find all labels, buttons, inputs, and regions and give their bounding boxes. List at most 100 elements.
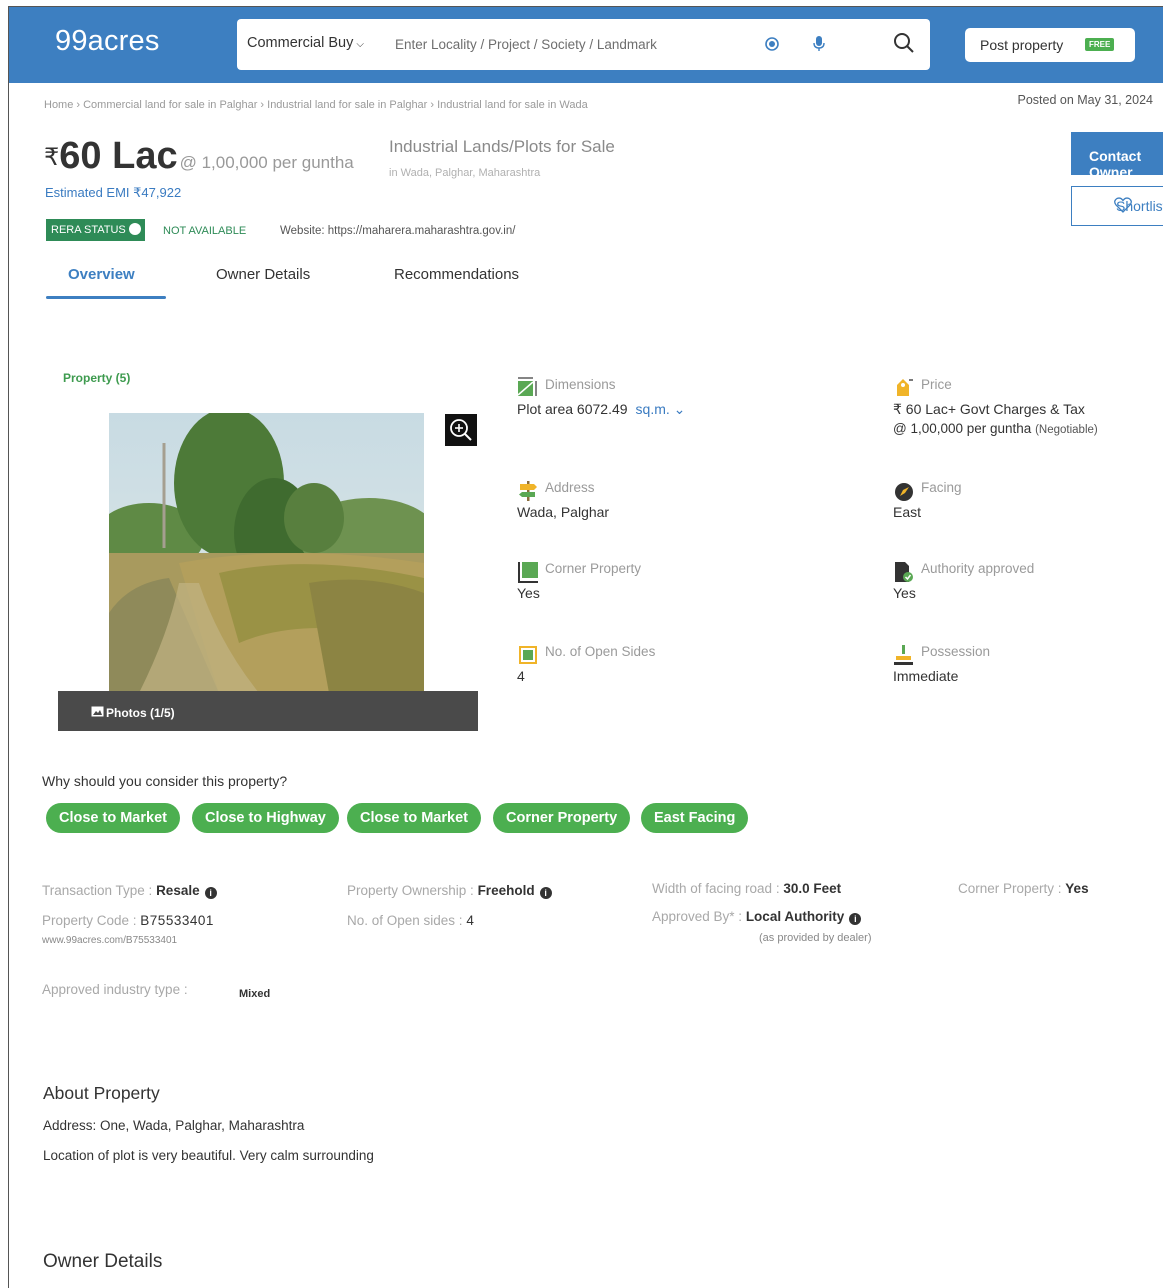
post-property-label: Post property [980,37,1064,53]
fact-value: East [893,504,922,520]
fact-label: Price [921,377,952,392]
chevron-down-icon: ⌄ [673,401,686,417]
fact-value-secondary: @ 1,00,000 per guntha (Negotiable) [893,421,1098,436]
contact-owner-button[interactable]: Contact Owner [1071,132,1163,180]
zoom-in-icon [450,419,472,441]
microphone-icon[interactable] [812,35,826,53]
about-address: Address: One, Wada, Palghar, Maharashtra [43,1118,305,1133]
possession-icon [894,645,913,665]
fact-facing: Facing East [893,480,1153,530]
fact-address: Address Wada, Palghar [517,480,847,530]
compass-icon [895,483,913,501]
property-url: www.99acres.com/B75533401 [42,935,178,946]
posted-date: Posted on May 31, 2024 [1017,93,1153,107]
rera-website[interactable]: Website: https://maharera.maharashtra.go… [280,225,515,237]
shortlist-button[interactable]: Shortlist [1071,186,1163,226]
fact-label: Authority approved [921,561,1035,576]
fact-label: Dimensions [545,377,616,392]
chip-highlight: Close to Market [347,803,481,833]
detail-key: Approved By* : [652,909,746,924]
photos-count-label: Photos (1/5) [106,706,175,720]
detail-value: 4 [466,913,474,928]
emi-link[interactable]: Estimated EMI ₹47,922 [45,185,181,201]
top-header: 99acres Commercial Buy⌵ Post property FR… [9,7,1163,83]
dealer-note: (as provided by dealer) [759,932,872,944]
rupee-symbol: ₹ [44,144,60,171]
about-property-title: About Property [43,1083,160,1103]
listing-price: ₹60 Lac @ 1,00,000 per guntha [44,135,354,178]
fact-value: Yes [517,585,540,601]
rera-status-badge: RERA STATUS [46,219,145,241]
fact-price: Price ₹ 60 Lac+ Govt Charges & Tax @ 1,0… [893,377,1153,447]
search-icon[interactable] [892,31,916,55]
open-sides-icon [519,646,537,664]
price-rate-value: @ 1,00,000 per guntha [893,421,1032,436]
detail-key: No. of Open sides : [347,913,467,928]
price-rate: @ 1,00,000 per guntha [179,153,354,172]
logo[interactable]: 99acres [55,25,160,58]
detail-open-sides: No. of Open sides : 4 [347,913,474,928]
fact-open-sides: No. of Open Sides 4 [517,644,847,694]
detail-property-code: Property Code : B75533401 [42,913,214,928]
detail-value: Yes [1065,881,1089,896]
tab-overview[interactable]: Overview [68,266,135,283]
gallery-label: Property (5) [63,371,131,385]
fact-authority: Authority approved Yes [893,561,1153,611]
detail-value: 30.0 Feet [783,881,842,896]
about-description: Location of plot is very beautiful. Very… [43,1148,374,1163]
detail-value: Freehold [477,883,535,898]
document-check-icon [895,562,913,582]
detail-corner: Corner Property : Yes [958,881,1089,896]
detail-key: Transaction Type : [42,883,157,898]
location-icon[interactable] [764,36,780,52]
fact-value: Wada, Palghar [517,504,610,520]
chip-highlight: East Facing [641,803,749,833]
chevron-down-icon: ⌵ [356,39,364,50]
industry-type-key: Approved industry type : [42,982,188,997]
search-bar: Commercial Buy ⌵ [237,19,930,70]
detail-key: Corner Property : [958,881,1066,896]
detail-key: Width of facing road : [652,881,784,896]
info-icon[interactable]: i [539,887,552,899]
heart-icon [1114,197,1132,213]
unit-selector[interactable]: sq.m. ⌄ [636,401,686,417]
post-property-button[interactable]: Post property FREE [965,28,1135,62]
price-tag-icon [897,379,913,396]
rera-toggle-icon [128,223,141,235]
search-type-dropdown[interactable]: Commercial Buy ⌵ [247,35,364,51]
photo-counter-bar[interactable]: Photos (1/5) [58,691,478,731]
tab-owner-details[interactable]: Owner Details [216,266,310,283]
rera-badge-label: RERA STATUS [51,224,126,236]
info-icon[interactable]: i [849,913,862,925]
fact-possession: Possession Immediate [893,644,1153,694]
fact-label: Corner Property [545,561,642,576]
free-badge: FREE [1085,38,1115,51]
fact-label: No. of Open Sides [545,644,656,659]
breadcrumb[interactable]: Home › Commercial land for sale in Palgh… [44,99,588,111]
property-photo[interactable] [109,413,424,693]
plot-area-value: Plot area 6072.49 [517,401,628,417]
detail-transaction: Transaction Type : Resale i [42,883,217,899]
fact-value: 4 [517,668,525,684]
why-consider-title: Why should you consider this property? [42,773,288,789]
tab-recommendations[interactable]: Recommendations [394,266,519,283]
page-frame: 99acres Commercial Buy⌵ Post property FR… [8,6,1163,1288]
zoom-button[interactable] [445,414,477,446]
signpost-icon [519,481,537,501]
fact-label: Possession [921,644,991,659]
detail-key: Property Code : [42,913,141,928]
fact-value: Yes [893,585,916,601]
detail-value: Local Authority [745,909,845,924]
chip-highlight: Close to Highway [192,803,339,833]
fact-dimensions: Dimensions Plot area 6072.49 sq.m. ⌄ [517,377,847,427]
fact-value: Plot area 6072.49 sq.m. ⌄ [517,401,685,418]
fact-value: ₹ 60 Lac+ Govt Charges & Tax [893,401,1085,417]
chip-highlight: Close to Market [46,803,180,833]
fact-corner: Corner Property Yes [517,561,847,611]
chip-highlight: Corner Property [493,803,631,833]
detail-road-width: Width of facing road : 30.0 Feet [652,881,841,896]
info-icon[interactable]: i [204,887,217,899]
tab-active-indicator [46,296,166,299]
property-location: in Wada, Palghar, Maharashtra [389,167,541,179]
search-input[interactable] [395,27,755,61]
